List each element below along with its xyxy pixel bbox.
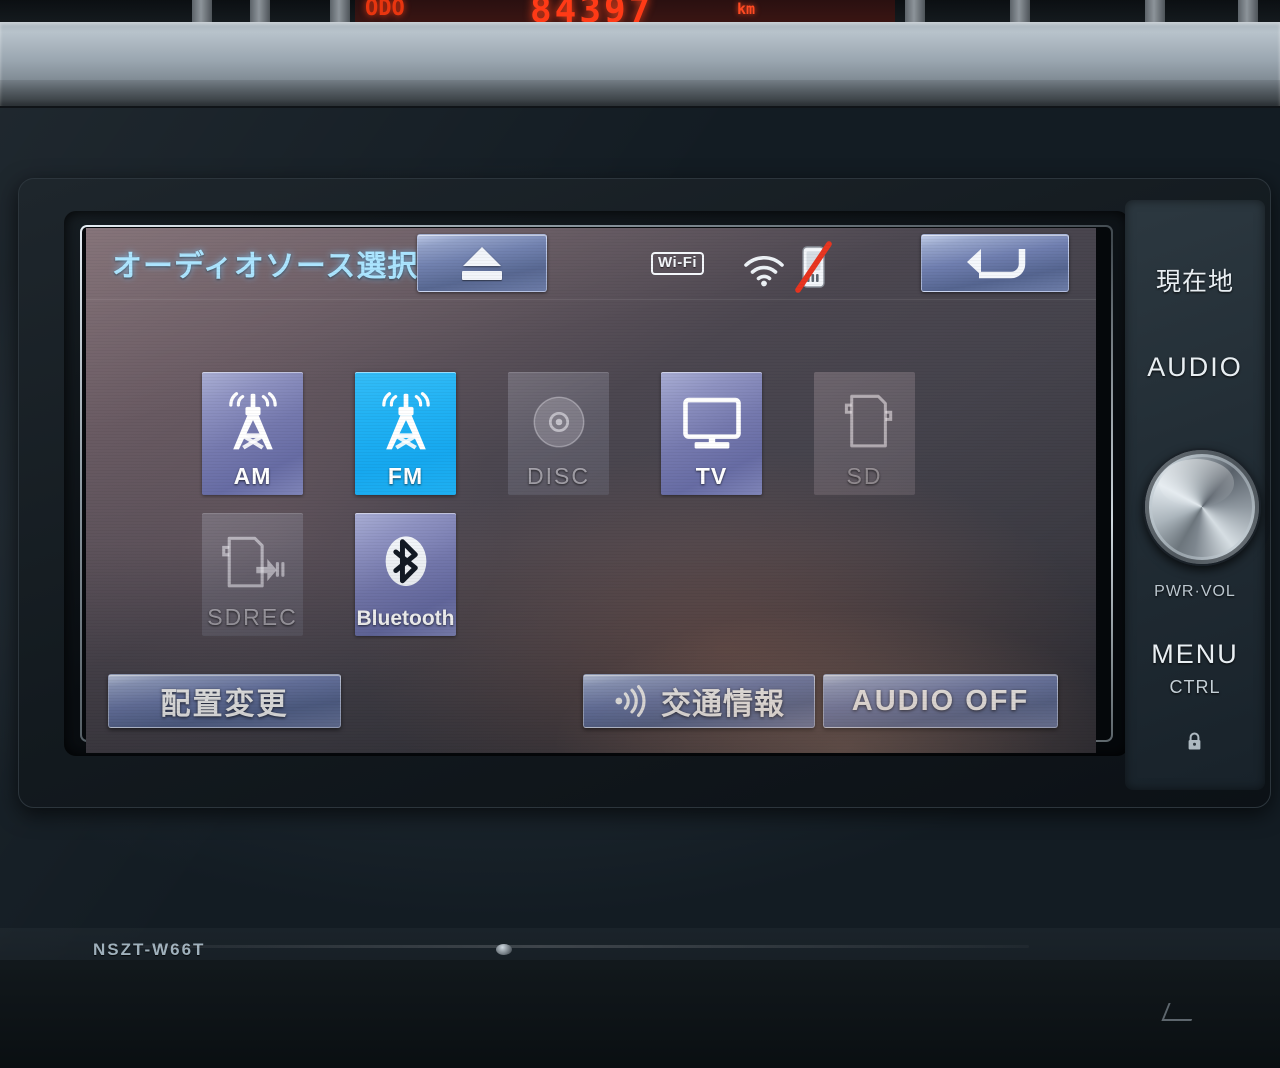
audio-off-button[interactable]: AUDIO OFF xyxy=(823,674,1058,728)
model-badge: NSZT-W66T xyxy=(93,940,206,959)
back-button[interactable] xyxy=(921,234,1069,292)
source-tile-label: Bluetooth xyxy=(356,607,455,630)
bluetooth-icon xyxy=(355,527,456,599)
eject-button[interactable] xyxy=(417,234,547,292)
odometer-unit: km xyxy=(737,0,756,18)
wifi-badge: Wi-Fi xyxy=(651,252,705,275)
source-tile-sd[interactable]: SD xyxy=(814,372,915,495)
radio-tower-icon xyxy=(355,386,456,458)
disc-icon xyxy=(508,386,609,458)
phone-disconnected-icon xyxy=(786,240,840,294)
vent-slat xyxy=(250,0,270,24)
odometer-display: ODO 84397 km xyxy=(355,0,895,23)
disc-slot-indicator xyxy=(496,944,512,955)
source-tile-label: SDREC xyxy=(207,604,298,630)
vent-slat xyxy=(1238,0,1258,24)
source-tile-label: FM xyxy=(387,463,424,489)
source-tile-label: DISC xyxy=(527,463,590,489)
hardware-control-panel: 現在地 AUDIO PWR·VOL MENU CTRL xyxy=(1125,200,1265,790)
vent-slat xyxy=(1145,0,1165,24)
tv-icon xyxy=(661,386,762,458)
menu-button[interactable]: MENU xyxy=(1125,639,1265,670)
lcd-screen: オーディオソース選択 Wi-Fi AM FM DISC TV SD SDREC … xyxy=(86,228,1096,753)
volume-power-knob[interactable] xyxy=(1143,448,1261,566)
source-tile-label: SD xyxy=(846,463,883,489)
page-title: オーディオソース選択 xyxy=(112,250,419,283)
wifi-signal-icon xyxy=(738,246,790,288)
change-layout-label: 配置変更 xyxy=(160,688,289,721)
source-tile-tv[interactable]: TV xyxy=(661,372,762,495)
ctrl-label: CTRL xyxy=(1169,677,1221,697)
source-tile-bluetooth[interactable]: Bluetooth xyxy=(355,513,456,636)
sd-record-icon xyxy=(202,527,303,599)
dashboard-background: ODO 84397 km NSZT-W66T オーディオソース選択 Wi-Fi … xyxy=(0,0,1280,1068)
source-tile-fm[interactable]: FM xyxy=(355,372,456,495)
back-arrow-icon xyxy=(967,249,1026,279)
source-tile-am[interactable]: AM xyxy=(202,372,303,495)
source-tile-label: AM xyxy=(233,463,272,489)
vent-slat xyxy=(330,0,350,24)
disc-slot xyxy=(139,945,1029,948)
source-tile-sdrec[interactable]: SDREC xyxy=(202,513,303,636)
source-tile-disc[interactable]: DISC xyxy=(508,372,609,495)
odometer-value: 84397 xyxy=(530,0,654,23)
change-layout-button[interactable]: 配置変更 xyxy=(108,674,341,728)
traffic-info-button[interactable]: 交通情報 xyxy=(583,674,815,728)
lock-icon xyxy=(1186,732,1203,751)
eject-icon xyxy=(462,246,502,280)
audio-source-grid: AM FM DISC TV SD SDREC Bluetooth xyxy=(202,372,978,636)
odometer-label: ODO xyxy=(365,0,405,21)
audio-button[interactable]: AUDIO xyxy=(1125,352,1265,383)
audio-off-label: AUDIO OFF xyxy=(851,684,1030,717)
radio-tower-icon xyxy=(202,386,303,458)
pwr-vol-label: PWR·VOL xyxy=(1154,583,1236,600)
broadcast-icon xyxy=(613,685,651,717)
vent-slat xyxy=(1010,0,1030,24)
source-tile-label: TV xyxy=(695,463,728,489)
dash-trim-bar xyxy=(0,22,1280,108)
traffic-info-label: 交通情報 xyxy=(661,688,785,721)
vent-slat xyxy=(905,0,925,24)
sd-card-icon xyxy=(814,386,915,458)
screen-status-bar: オーディオソース選択 Wi-Fi xyxy=(86,228,1096,300)
vent-slat xyxy=(192,0,212,24)
current-location-button[interactable]: 現在地 xyxy=(1125,262,1265,298)
